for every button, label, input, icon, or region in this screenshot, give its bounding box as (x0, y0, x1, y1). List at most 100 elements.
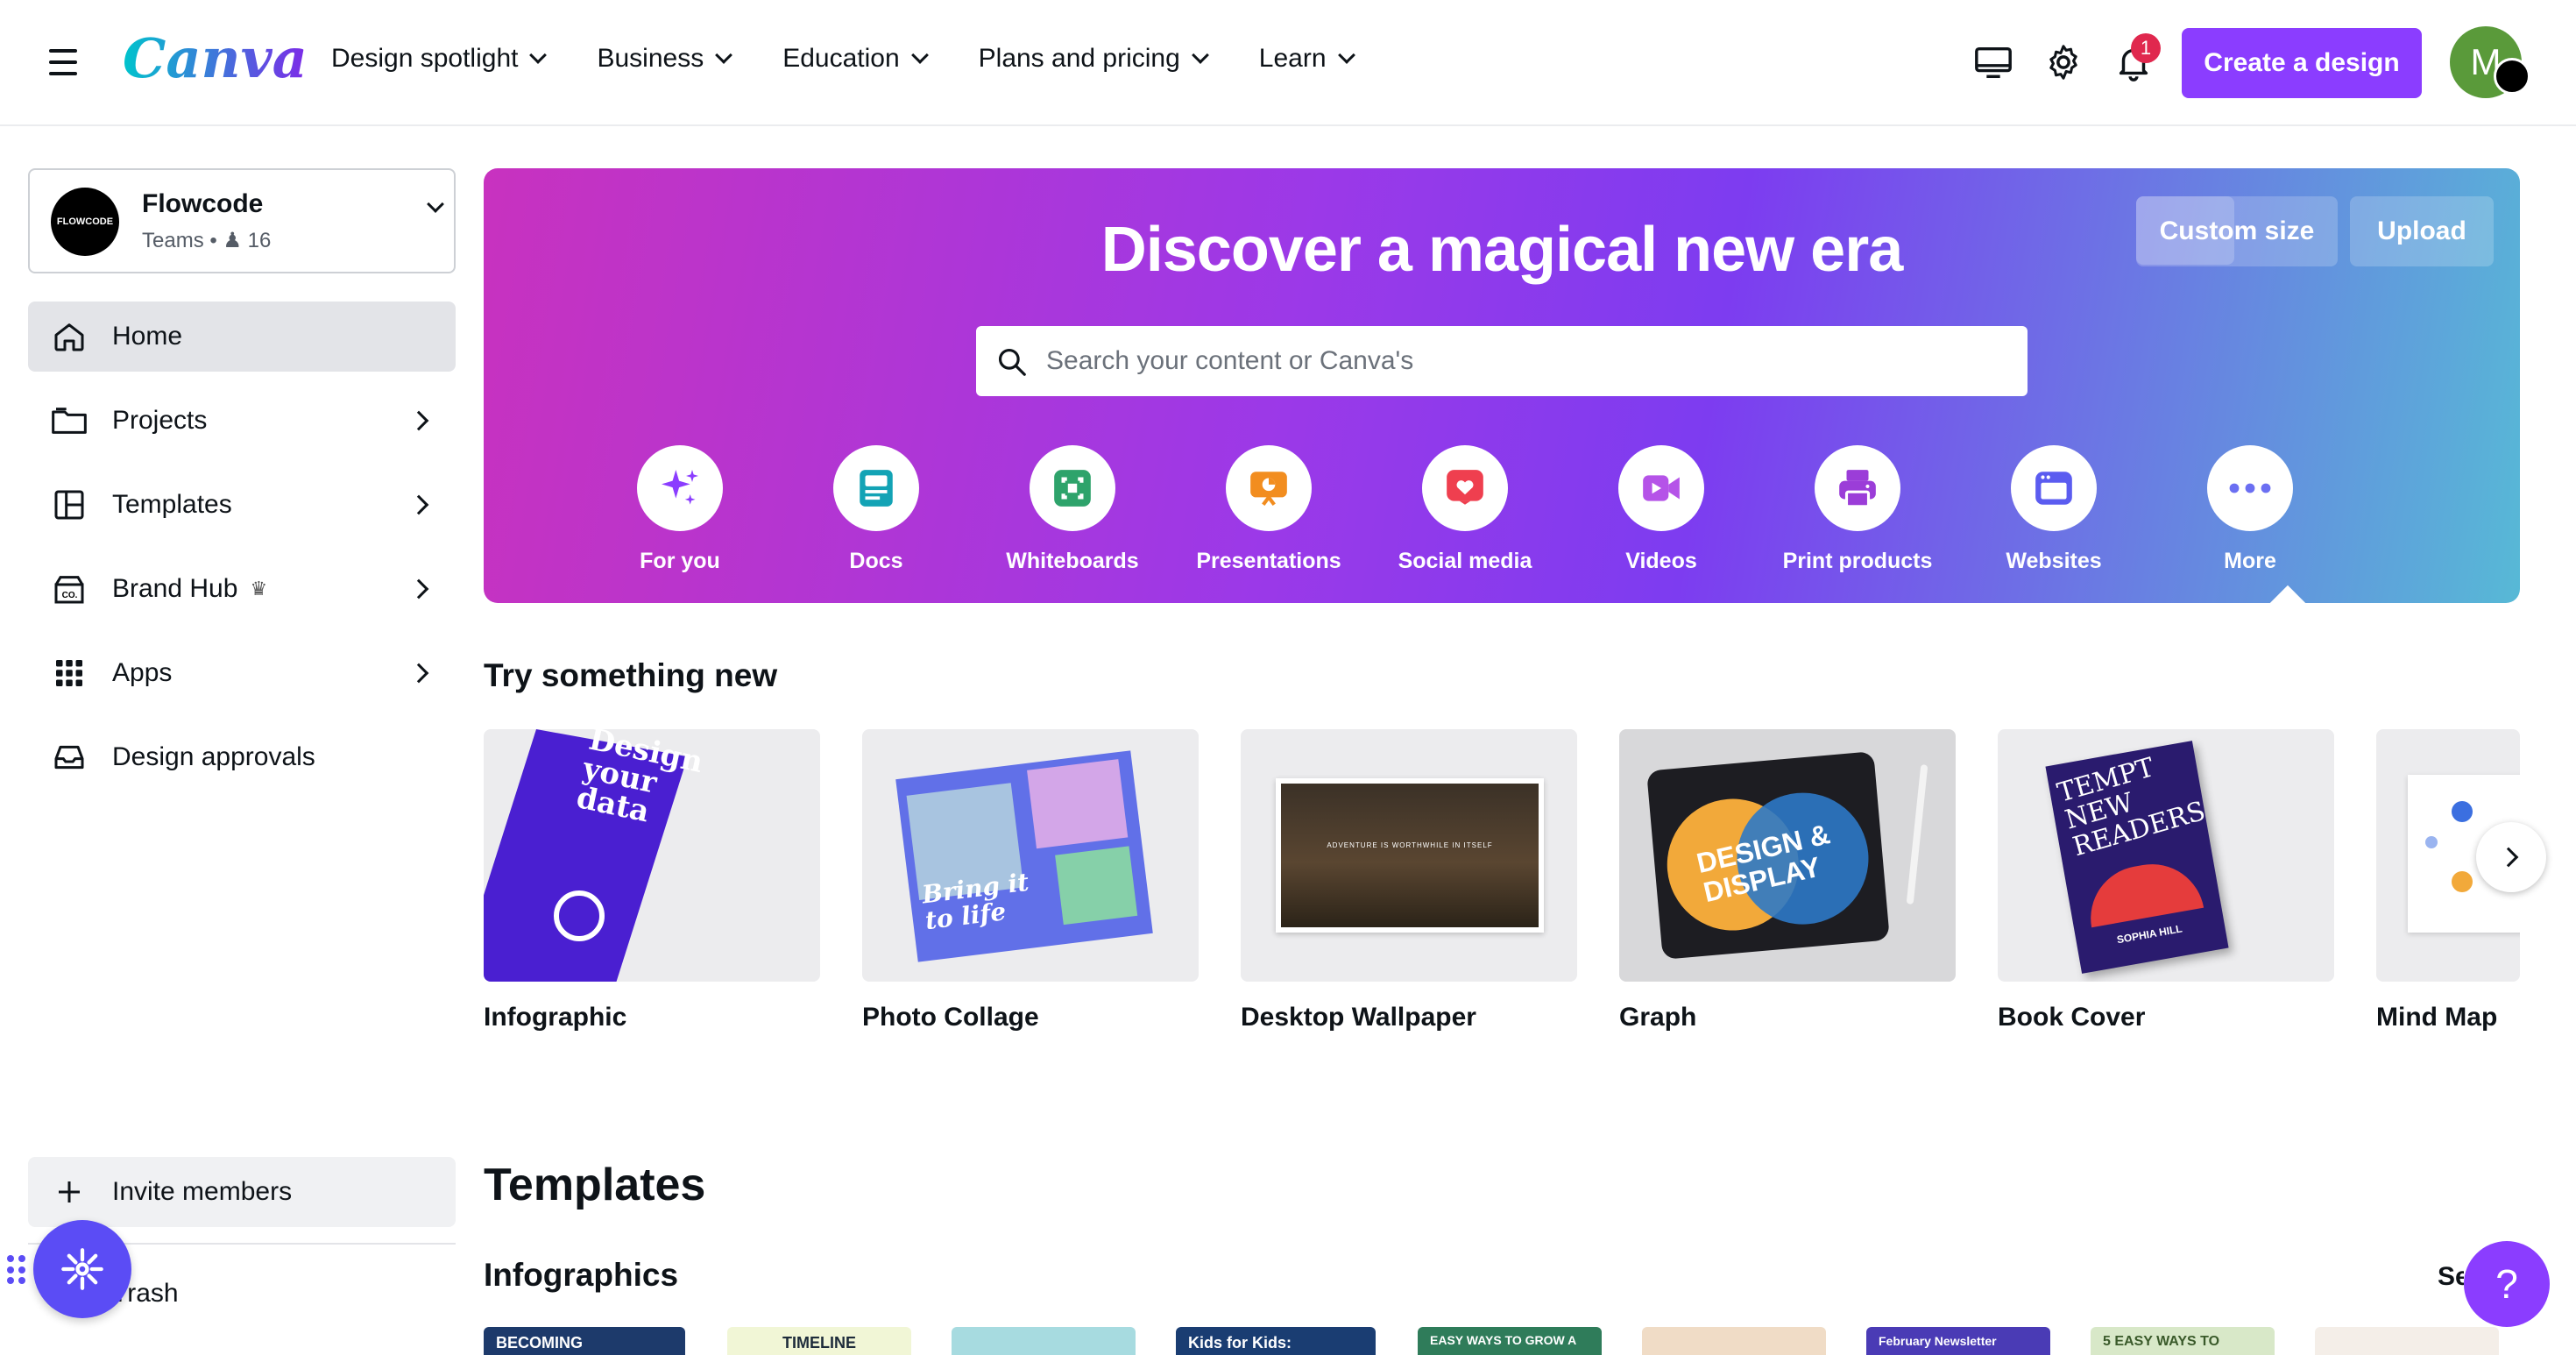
settings-gear-icon[interactable] (2043, 42, 2084, 82)
desktop-app-icon[interactable] (1973, 42, 2013, 82)
category-more[interactable]: More (2162, 445, 2338, 574)
apps-grid-icon (49, 653, 89, 693)
category-label: Print products (1782, 549, 1933, 573)
category-label: Docs (849, 549, 903, 573)
category-presentations[interactable]: Presentations (1181, 445, 1356, 574)
team-avatar-badge (2494, 58, 2530, 95)
template-thumb[interactable]: TIMELINE (727, 1327, 911, 1355)
category-websites[interactable]: Websites (1966, 445, 2141, 574)
templates-title: Templates (484, 1160, 706, 1210)
template-thumb[interactable]: February Newsletter (1866, 1327, 2050, 1355)
drag-handle-icon[interactable] (7, 1255, 26, 1285)
chevron-right-icon (2498, 847, 2519, 868)
templates-icon (49, 485, 89, 525)
desktop-wallpaper-thumbnail: ADVENTURE IS WORTHWHILE IN ITSELF (1241, 729, 1577, 982)
chevron-down-icon (715, 46, 733, 64)
sidebar-item-label: Home (112, 322, 183, 351)
chevron-down-icon (529, 46, 548, 64)
more-icon (2207, 445, 2293, 531)
template-thumb[interactable] (952, 1327, 1136, 1355)
invite-members-button[interactable]: Invite members (28, 1157, 456, 1227)
chevron-down-icon (427, 195, 444, 213)
category-label: Videos (1625, 549, 1697, 573)
nav-plans-pricing[interactable]: Plans and pricing (979, 44, 1209, 74)
template-thumb[interactable]: BECOMING (484, 1327, 685, 1355)
sidebar-item-label: Templates (112, 490, 232, 519)
folder-icon (49, 401, 89, 441)
category-print-products[interactable]: Print products (1770, 445, 1945, 574)
team-switcher[interactable]: FLOWCODE Flowcode Teams • ♟ 16 (28, 168, 456, 273)
custom-size-button[interactable]: Custom size (2136, 196, 2338, 266)
category-for-you[interactable]: For you (592, 445, 768, 574)
chevron-right-icon (408, 410, 429, 431)
see-all-link[interactable]: See all (2438, 1262, 2464, 1292)
template-thumb[interactable] (2315, 1327, 2499, 1355)
category-label: For you (640, 549, 720, 573)
chevron-down-icon (1191, 46, 1209, 64)
try-card-label: Infographic (484, 1003, 627, 1032)
sidebar-item-label: Projects (112, 406, 208, 435)
template-thumb[interactable]: EASY WAYS TO GROW A (1418, 1327, 1602, 1355)
help-button[interactable]: ? (2464, 1241, 2550, 1327)
website-icon (2011, 445, 2097, 531)
infographic-thumbnail: Design your data (484, 729, 820, 982)
create-design-button[interactable]: Create a design (2182, 28, 2422, 98)
magic-assistant-button[interactable] (33, 1220, 131, 1318)
person-icon: ♟ (223, 229, 242, 252)
invite-members-label: Invite members (112, 1177, 293, 1206)
whiteboard-icon (1030, 445, 1115, 531)
try-card-label: Book Cover (1998, 1003, 2146, 1032)
try-card-infographic[interactable]: Design your data Infographic (484, 729, 820, 1032)
chevron-right-icon (408, 663, 429, 684)
sidebar-item-brand-hub[interactable]: CO. Brand Hub ♛ (28, 554, 456, 624)
team-meta: Teams • ♟ 16 (142, 229, 272, 252)
category-whiteboards[interactable]: Whiteboards (985, 445, 1160, 574)
sidebar-item-label: Design approvals (112, 742, 315, 771)
try-card-graph[interactable]: DESIGN & DISPLAY Graph (1619, 729, 1956, 1032)
canva-logo[interactable]: Canva (123, 26, 308, 90)
presentation-icon (1226, 445, 1312, 531)
search-input[interactable] (1046, 326, 2010, 396)
nav-business[interactable]: Business (597, 44, 733, 74)
upload-button[interactable]: Upload (2350, 196, 2494, 266)
try-something-new-title: Try something new (484, 657, 778, 693)
try-card-book-cover[interactable]: TEMPT NEW READERS SOPHIA HILL Book Cover (1998, 729, 2334, 1032)
template-thumb[interactable]: 5 EASY WAYS TO (2091, 1327, 2275, 1355)
home-icon (49, 316, 89, 357)
sidebar-item-home[interactable]: Home (28, 302, 456, 372)
sidebar-item-projects[interactable]: Projects (28, 386, 456, 456)
brand-hub-icon: CO. (49, 569, 89, 609)
heart-icon (1422, 445, 1508, 531)
category-videos[interactable]: Videos (1574, 445, 1749, 574)
printer-icon (1815, 445, 1900, 531)
template-thumb[interactable]: Kids for Kids: (1176, 1327, 1376, 1355)
nav-design-spotlight[interactable]: Design spotlight (331, 44, 548, 74)
search-bar (976, 326, 2028, 396)
sidebar-item-label: Apps (112, 658, 173, 687)
try-card-label: Desktop Wallpaper (1241, 1003, 1476, 1032)
try-card-desktop-wallpaper[interactable]: ADVENTURE IS WORTHWHILE IN ITSELF Deskto… (1241, 729, 1577, 1032)
video-icon (1618, 445, 1704, 531)
sidebar-item-label: Brand Hub (112, 574, 238, 603)
sidebar-item-templates[interactable]: Templates (28, 470, 456, 540)
sparkle-icon (637, 445, 723, 531)
menu-icon[interactable] (49, 49, 77, 75)
carousel-next-button[interactable] (2476, 822, 2546, 892)
sidebar-item-apps[interactable]: Apps (28, 638, 456, 708)
category-social-media[interactable]: Social media (1377, 445, 1553, 574)
chevron-right-icon (408, 494, 429, 515)
nav-education[interactable]: Education (782, 44, 929, 74)
sidebar-item-design-approvals[interactable]: Design approvals (28, 722, 456, 792)
team-name: Flowcode (142, 189, 264, 218)
category-label: Whiteboards (1006, 549, 1139, 573)
try-card-label: Graph (1619, 1003, 1697, 1032)
template-thumb[interactable] (1642, 1327, 1826, 1355)
graph-thumbnail: DESIGN & DISPLAY (1619, 729, 1956, 982)
inbox-icon (49, 737, 89, 777)
nav-learn[interactable]: Learn (1259, 44, 1355, 74)
notification-count-badge: 1 (2131, 33, 2161, 63)
crown-icon: ♛ (250, 578, 268, 599)
category-docs[interactable]: Docs (789, 445, 964, 574)
chevron-right-icon (408, 578, 429, 599)
try-card-photo-collage[interactable]: Bring it to life Photo Collage (862, 729, 1199, 1032)
